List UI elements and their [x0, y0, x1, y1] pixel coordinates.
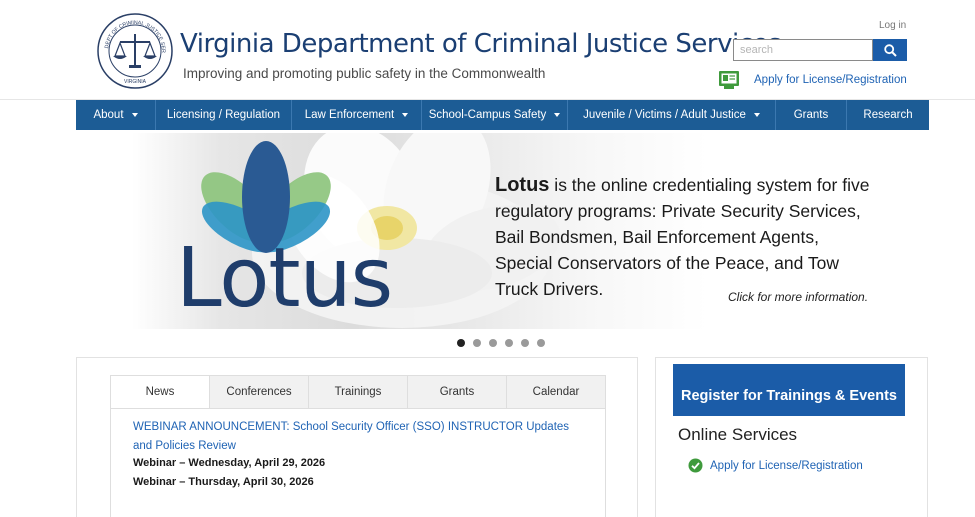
nav-item-school-campus-safety[interactable]: School-Campus Safety	[422, 100, 568, 130]
nav-item-label: Juvenile / Victims / Adult Justice	[583, 109, 746, 121]
carousel-dots	[457, 339, 545, 347]
site-title[interactable]: Virginia Department of Criminal Justice …	[180, 29, 782, 59]
nav-item-about[interactable]: About	[76, 100, 156, 130]
site-tagline: Improving and promoting public safety in…	[183, 66, 546, 81]
search-button[interactable]	[873, 39, 907, 61]
nav-item-label: Licensing / Regulation	[166, 109, 281, 121]
search-input[interactable]	[733, 39, 873, 61]
chevron-down-icon	[131, 113, 138, 117]
news-tabs: News Conferences Trainings Grants Calend…	[110, 375, 606, 409]
tab-conferences[interactable]: Conferences	[210, 376, 309, 408]
banner-lead-word: Lotus	[495, 174, 550, 196]
site-header: DEPT OF CRIMINAL JUSTICE SERVICES VIRGIN…	[0, 0, 975, 100]
lotus-banner-slide[interactable]: Lotus Lotus is the online credentialing …	[132, 133, 870, 329]
dcjs-seal-logo[interactable]: DEPT OF CRIMINAL JUSTICE SERVICES VIRGIN…	[96, 12, 174, 90]
carousel-dot-5[interactable]	[521, 339, 529, 347]
carousel-dot-6[interactable]	[537, 339, 545, 347]
nav-item-label: Research	[863, 109, 913, 121]
svg-text:VIRGINIA: VIRGINIA	[124, 79, 147, 85]
banner-body: is the online credentialing system for f…	[495, 175, 870, 299]
check-circle-icon	[688, 458, 703, 473]
tab-calendar[interactable]: Calendar	[507, 376, 605, 408]
tab-news[interactable]: News	[111, 376, 210, 408]
online-apply-license-link[interactable]: Apply for License/Registration	[710, 460, 863, 472]
nav-item-label: About	[93, 109, 124, 121]
nav-item-juvenile-victims[interactable]: Juvenile / Victims / Adult Justice	[568, 100, 776, 130]
chevron-down-icon	[402, 113, 409, 117]
chevron-down-icon	[554, 113, 561, 117]
main-nav: About Licensing / Regulation Law Enforce…	[76, 100, 929, 130]
carousel-dot-4[interactable]	[505, 339, 513, 347]
register-trainings-button[interactable]: Register for Trainings & Events	[673, 364, 905, 416]
tab-trainings[interactable]: Trainings	[309, 376, 408, 408]
news-date-line: Webinar – Thursday, April 30, 2026	[133, 476, 314, 488]
apply-license-link[interactable]: Apply for License/Registration	[754, 74, 907, 86]
nav-item-label: School-Campus Safety	[428, 109, 547, 121]
carousel-dot-3[interactable]	[489, 339, 497, 347]
news-headline-link[interactable]: WEBINAR ANNOUNCEMENT: School Security Of…	[133, 418, 573, 456]
nav-item-label: Grants	[793, 109, 829, 121]
nav-item-research[interactable]: Research	[847, 100, 929, 130]
carousel-dot-2[interactable]	[473, 339, 481, 347]
lotus-wordmark: Lotus	[176, 231, 393, 326]
nav-item-grants[interactable]: Grants	[776, 100, 847, 130]
news-content: WEBINAR ANNOUNCEMENT: School Security Of…	[110, 408, 606, 517]
login-link[interactable]: Log in	[879, 20, 906, 31]
carousel-dot-1[interactable]	[457, 339, 465, 347]
nav-item-law-enforcement[interactable]: Law Enforcement	[292, 100, 422, 130]
nav-item-label: Law Enforcement	[304, 109, 395, 121]
search-icon	[883, 43, 897, 57]
chevron-down-icon	[753, 113, 760, 117]
nav-item-licensing[interactable]: Licensing / Regulation	[156, 100, 292, 130]
news-date-line: Webinar – Wednesday, April 29, 2026	[133, 457, 326, 469]
tab-grants[interactable]: Grants	[408, 376, 507, 408]
banner-description: Lotus is the online credentialing system…	[495, 172, 870, 302]
online-services-title: Online Services	[678, 425, 798, 444]
banner-more-link[interactable]: Click for more information.	[728, 290, 868, 304]
license-card-icon[interactable]	[718, 70, 740, 90]
